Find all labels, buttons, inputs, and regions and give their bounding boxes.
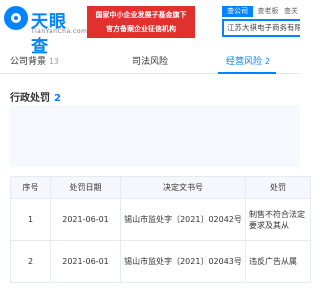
row-date: 2021-06-01	[50, 240, 121, 283]
header-index: 序号	[10, 176, 51, 199]
tab-search-company[interactable]: 查公司	[222, 6, 253, 17]
table-row: 1 2021-06-01 锡山市监处字〔2021〕02042号 制售不符合法定要…	[10, 198, 311, 241]
section-nav: 公司背景 13 司法风险 经营风险 2	[0, 50, 300, 74]
banner-line-1: 国家中小企业发展子基金旗下	[95, 11, 187, 19]
row-index: 1	[10, 198, 51, 241]
row-index: 2	[10, 240, 51, 283]
search-input[interactable]: 江苏大祺电子商务有限	[222, 19, 300, 37]
nav-label: 经营风险	[226, 57, 263, 67]
table-header-row: 序号 处罚日期 决定文书号 处罚	[10, 176, 311, 199]
official-banner: 国家中小企业发展子基金旗下 官方备案企业征信机构	[87, 6, 195, 38]
nav-company-background[interactable]: 公司背景 13	[10, 50, 59, 74]
logo[interactable]: 天眼查 TianYanCha.com	[4, 4, 88, 57]
section-title: 行政处罚 2	[10, 89, 61, 104]
header-date: 处罚日期	[50, 176, 121, 199]
row-content: 违反广告从属	[245, 240, 311, 283]
logo-url: TianYanCha.com	[31, 28, 88, 35]
nav-label: 公司背景	[10, 57, 47, 67]
nav-operating-risk[interactable]: 经营风险 2	[226, 50, 270, 74]
nav-count: 2	[265, 57, 270, 66]
nav-judicial-risk[interactable]: 司法风险	[132, 50, 171, 74]
header-content: 处罚	[245, 176, 311, 199]
tab-search-relation[interactable]: 查关	[282, 6, 300, 17]
row-date: 2021-06-01	[50, 198, 121, 241]
nav-label: 司法风险	[132, 57, 169, 67]
row-doc-number[interactable]: 锡山市监处字〔2021〕02043号	[120, 240, 246, 283]
active-tab-indicator	[218, 72, 276, 74]
table-row: 2 2021-06-01 锡山市监处字〔2021〕02043号 违反广告从属	[10, 240, 311, 283]
penalty-table: 序号 处罚日期 决定文书号 处罚 1 2021-06-01 锡山市监处字〔202…	[10, 176, 311, 283]
section-title-text: 行政处罚	[10, 93, 50, 104]
banner-line-2: 官方备案企业征信机构	[106, 25, 176, 33]
section-placeholder-area	[10, 105, 300, 167]
search-type-tabs: 查公司 查老板 查关	[222, 6, 300, 17]
row-doc-number[interactable]: 锡山市监处字〔2021〕02042号	[120, 198, 246, 241]
header: 天眼查 TianYanCha.com 国家中小企业发展子基金旗下 官方备案企业征…	[0, 0, 300, 57]
nav-count: 13	[49, 57, 59, 66]
tab-search-boss[interactable]: 查老板	[257, 6, 279, 17]
row-content: 制售不符合法定要求及其从	[245, 198, 311, 241]
section-count: 2	[54, 93, 61, 104]
header-doc-number: 决定文书号	[120, 176, 246, 199]
logo-eye-icon	[4, 6, 28, 30]
